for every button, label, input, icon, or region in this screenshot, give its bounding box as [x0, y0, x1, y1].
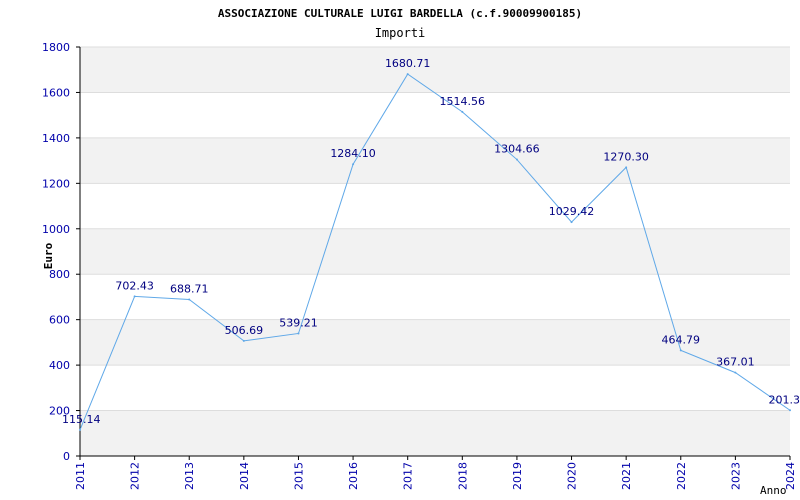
line-chart: ASSOCIAZIONE CULTURALE LUIGI BARDELLA (c… [42, 7, 800, 497]
y-axis-label: Euro [42, 242, 55, 269]
x-tick-label: 2019 [511, 462, 524, 490]
data-point [734, 371, 737, 374]
data-label: 464.79 [662, 333, 701, 346]
data-label: 702.43 [115, 279, 154, 292]
x-tick-label: 2016 [347, 462, 360, 490]
data-label: 1304.66 [494, 143, 540, 156]
x-tick-label: 2021 [620, 462, 633, 490]
x-tick-label: 2011 [74, 462, 87, 490]
chart-title: ASSOCIAZIONE CULTURALE LUIGI BARDELLA (c… [218, 7, 582, 20]
data-label: 1514.56 [440, 95, 486, 108]
x-tick-label: 2017 [402, 462, 415, 490]
y-tick-label: 1200 [42, 177, 70, 190]
chart-subtitle: Importi [375, 26, 426, 40]
grid-band [80, 410, 790, 456]
x-tick-label: 2013 [183, 462, 196, 490]
data-label: 1680.71 [385, 57, 431, 70]
grid-band [80, 228, 790, 275]
grid-band [80, 137, 790, 184]
y-tick-label: 1800 [42, 41, 70, 54]
data-point [406, 73, 409, 76]
data-point [242, 339, 245, 342]
data-label: 1029.42 [549, 205, 595, 218]
x-tick-label: 2023 [729, 462, 742, 490]
data-point [461, 110, 464, 113]
data-label: 1270.30 [603, 150, 649, 163]
y-tick-label: 400 [49, 359, 70, 372]
x-tick-label: 2018 [456, 462, 469, 490]
data-label: 688.71 [170, 283, 209, 296]
data-point [570, 221, 573, 224]
y-tick-label: 0 [63, 450, 70, 463]
data-label: 1284.10 [330, 147, 376, 160]
data-point [625, 166, 628, 169]
data-point [679, 349, 682, 352]
data-point [188, 298, 191, 301]
data-point [133, 295, 136, 298]
y-tick-label: 1000 [42, 223, 70, 236]
x-tick-label: 2020 [566, 462, 579, 490]
data-label: 115.14 [62, 413, 101, 426]
data-label: 506.69 [225, 324, 264, 337]
y-tick-label: 1600 [42, 86, 70, 99]
x-tick-labels: 2011 2012 2013 2014 2015 2016 2017 2018 2019 2020… [74, 462, 797, 490]
data-point [352, 163, 355, 166]
y-tick-label: 600 [49, 314, 70, 327]
grid-bands [80, 47, 790, 456]
y-tick-label: 1400 [42, 132, 70, 145]
x-tick-label: 2012 [129, 462, 142, 490]
data-point [297, 332, 300, 335]
data-label: 367.01 [716, 356, 755, 369]
x-tick-label: 2022 [675, 462, 688, 490]
grid-band [80, 47, 790, 93]
data-label: 539.21 [279, 316, 318, 329]
data-point [789, 409, 791, 412]
x-tick-label: 2014 [238, 462, 251, 490]
x-axis-label: Anno [760, 484, 787, 497]
data-point [515, 158, 518, 161]
data-point [79, 428, 81, 431]
x-tick-label: 2015 [292, 462, 305, 490]
data-label: 201.3 [769, 393, 800, 406]
